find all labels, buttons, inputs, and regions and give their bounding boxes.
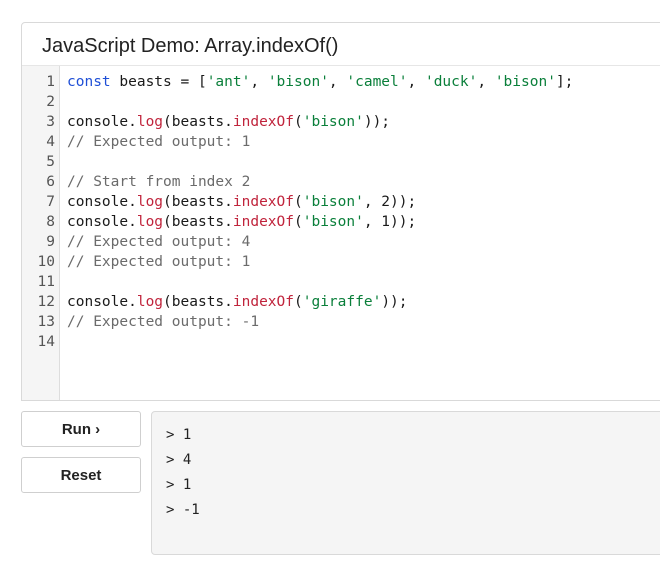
line-number: 10 — [37, 254, 55, 270]
code-token: )); — [363, 114, 391, 130]
code-line: 4 // Expected output: 1 — [22, 132, 660, 152]
code-token: indexOf — [232, 114, 294, 130]
code-token: 'ant' — [206, 74, 251, 90]
code-token: indexOf — [232, 214, 294, 230]
code-token: (beasts. — [163, 194, 233, 210]
code-token: log — [136, 214, 164, 230]
code-token: 'bison' — [302, 194, 364, 210]
code-token: 'bison' — [267, 74, 329, 90]
code-token: 'camel' — [346, 74, 408, 90]
code-token: , — [407, 74, 425, 90]
line-number: 7 — [46, 194, 55, 210]
line-number: 8 — [46, 214, 55, 230]
line-number: 2 — [46, 94, 55, 110]
code-token: console. — [67, 294, 137, 310]
code-text: // Expected output: 4 — [67, 232, 250, 252]
code-token: , — [250, 74, 268, 90]
run-button[interactable]: Run › — [21, 411, 141, 447]
code-text: // Expected output: 1 — [67, 252, 250, 272]
code-token: (beasts. — [163, 294, 233, 310]
code-token: 'bison' — [302, 114, 364, 130]
code-token: const — [67, 74, 111, 90]
demo-panel: JavaScript Demo: Array.indexOf() 1 const … — [21, 22, 660, 401]
code-token: (beasts. — [163, 214, 233, 230]
code-token: // Expected output: 1 — [67, 254, 251, 270]
code-text: console.log(beasts.indexOf('bison', 2)); — [67, 192, 416, 212]
line-number: 6 — [46, 174, 55, 190]
code-token: 'giraffe' — [302, 294, 382, 310]
console-output: > 1 > 4 > 1 > -1 — [151, 411, 660, 555]
code-line: 14 — [22, 332, 660, 352]
line-number: 1 — [46, 74, 55, 90]
console-output-line: > 1 — [166, 477, 192, 493]
console-output-line: > -1 — [166, 502, 200, 518]
code-token: log — [136, 294, 164, 310]
code-line: 3 console.log(beasts.indexOf('bison')); — [22, 112, 660, 132]
code-line: 10 // Expected output: 1 — [22, 252, 660, 272]
code-token: console. — [67, 114, 137, 130]
code-token: // Expected output: 4 — [67, 234, 251, 250]
code-line: 8 console.log(beasts.indexOf('bison', 1))… — [22, 212, 660, 232]
line-number: 11 — [37, 274, 55, 290]
code-token: )); — [381, 294, 408, 310]
code-token: , 1)); — [363, 214, 417, 230]
code-token: , — [477, 74, 495, 90]
code-text: console.log(beasts.indexOf('bison')); — [67, 112, 390, 132]
code-token: , 2)); — [363, 194, 417, 210]
code-line: 12 console.log(beasts.indexOf('giraffe'))… — [22, 292, 660, 312]
line-number: 3 — [46, 114, 55, 130]
code-token: log — [136, 194, 164, 210]
line-number: 14 — [37, 334, 55, 350]
console-output-line: > 4 — [166, 452, 192, 468]
code-token: indexOf — [232, 194, 294, 210]
code-line: 2 — [22, 92, 660, 112]
code-text: // Expected output: 1 — [67, 132, 250, 152]
code-text: console.log(beasts.indexOf('bison', 1)); — [67, 212, 416, 232]
code-text: // Expected output: -1 — [67, 312, 259, 332]
line-number: 13 — [37, 314, 55, 330]
code-token: beasts = [ — [110, 74, 207, 90]
code-token: ]; — [555, 74, 574, 90]
code-text: // Start from index 2 — [67, 172, 250, 192]
code-token: ( — [294, 214, 303, 230]
demo-title: JavaScript Demo: Array.indexOf() — [42, 35, 339, 57]
code-token: 'bison' — [494, 74, 556, 90]
line-number: 9 — [46, 234, 55, 250]
code-text: console.log(beasts.indexOf('giraffe')); — [67, 292, 408, 312]
code-line: 11 — [22, 272, 660, 292]
line-number: 12 — [37, 294, 55, 310]
console-output-line: > 1 — [166, 427, 192, 443]
code-token: (beasts. — [163, 114, 233, 130]
line-number: 4 — [46, 134, 55, 150]
code-line: 5 — [22, 152, 660, 172]
line-number: 5 — [46, 154, 55, 170]
code-token: console. — [67, 214, 137, 230]
code-token: // Start from index 2 — [67, 174, 251, 190]
code-token: indexOf — [232, 294, 294, 310]
code-line: 1 const beasts = ['ant', 'bison', 'camel'… — [22, 72, 660, 92]
code-token: 'duck' — [424, 74, 478, 90]
code-token: ( — [294, 114, 303, 130]
code-token: // Expected output: -1 — [67, 314, 260, 330]
code-line: 7 console.log(beasts.indexOf('bison', 2))… — [22, 192, 660, 212]
code-token: // Expected output: 1 — [67, 134, 251, 150]
code-token: 'bison' — [302, 214, 364, 230]
code-token: , — [328, 74, 347, 90]
code-line: 9 // Expected output: 4 — [22, 232, 660, 252]
code-lines: 1 const beasts = ['ant', 'bison', 'camel'… — [22, 72, 660, 352]
reset-button[interactable]: Reset — [21, 457, 141, 493]
code-token: log — [136, 114, 164, 130]
code-token: ( — [294, 294, 303, 310]
code-line: 13 // Expected output: -1 — [22, 312, 660, 332]
code-token: ( — [294, 194, 303, 210]
code-text: const beasts = ['ant', 'bison', 'camel',… — [67, 72, 573, 92]
code-editor[interactable]: 1 const beasts = ['ant', 'bison', 'camel'… — [22, 65, 660, 400]
code-line: 6 // Start from index 2 — [22, 172, 660, 192]
code-token: console. — [67, 194, 137, 210]
